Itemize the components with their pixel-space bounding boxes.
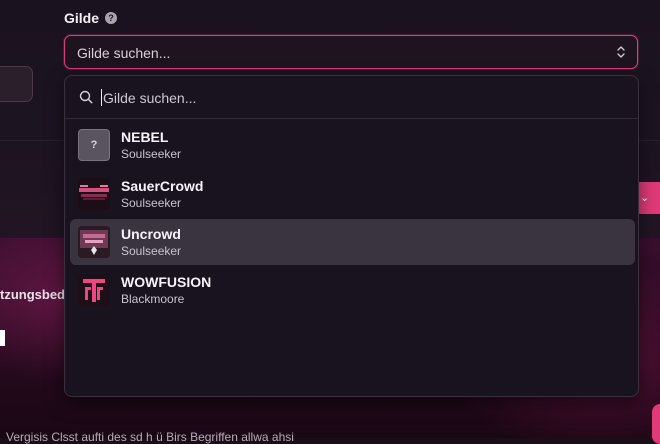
guild-option-sauercrowd[interactable]: SauerCrowd Soulseeker <box>70 171 635 217</box>
guild-option-name: SauerCrowd <box>121 178 204 194</box>
side-input-partial[interactable] <box>0 66 33 102</box>
background-label: tzungsbedi <box>0 287 69 302</box>
search-icon <box>79 90 93 104</box>
guild-option-name: NEBEL <box>121 129 169 145</box>
help-icon[interactable]: ? <box>105 12 118 24</box>
chevron-up-down-icon <box>617 46 625 58</box>
background-footer-text: Vergisis Clsst aufti des sd h ü Birs Beg… <box>6 430 294 444</box>
guild-option-realm: Soulseeker <box>121 244 182 258</box>
chevron-down-icon: ⌄ <box>640 192 650 204</box>
guild-option-name: WOWFUSION <box>121 274 212 290</box>
floating-action-button[interactable] <box>652 404 660 444</box>
guild-select-placeholder: Gilde suchen... <box>77 45 171 61</box>
guild-option-uncrowd[interactable]: Uncrowd Soulseeker <box>70 219 635 265</box>
question-placeholder-icon: ? <box>78 129 110 161</box>
guild-option-realm: Blackmoore <box>121 292 185 306</box>
guild-emblem-icon <box>78 226 110 258</box>
guild-option-wowfusion[interactable]: WOWFUSION Blackmoore <box>70 267 635 313</box>
guild-field-label: Gilde ? <box>64 10 118 26</box>
guild-option-realm: Soulseeker <box>121 147 182 161</box>
guild-banner-icon <box>78 178 110 210</box>
tf-logo-icon <box>78 274 110 306</box>
guild-label-text: Gilde <box>64 10 100 26</box>
dropdown-search <box>65 76 638 119</box>
guild-option-name: Uncrowd <box>121 226 181 242</box>
guild-option-nebel[interactable]: ? NEBEL Soulseeker <box>70 122 635 168</box>
background-marker <box>0 330 5 346</box>
guild-dropdown: ? NEBEL Soulseeker SauerCrowd Soulseeker <box>64 75 639 397</box>
guild-select[interactable]: Gilde suchen... <box>64 35 638 69</box>
text-caret <box>101 89 102 106</box>
guild-option-realm: Soulseeker <box>121 196 182 210</box>
dropdown-search-input[interactable] <box>103 87 603 109</box>
